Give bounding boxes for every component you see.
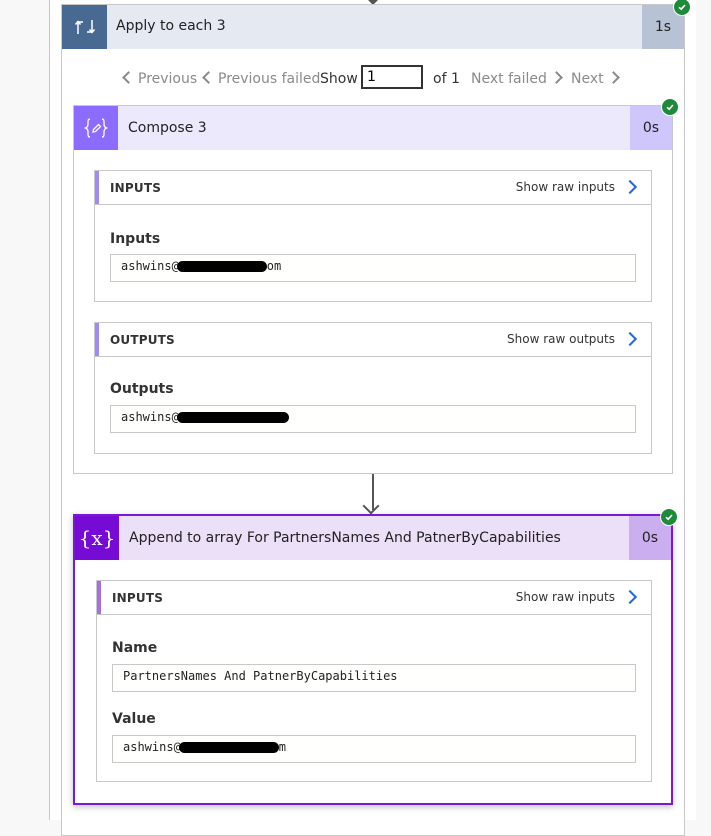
chevron-right-icon	[622, 589, 638, 605]
outputs-field-label: Outputs	[110, 381, 174, 397]
redaction-mark	[178, 742, 279, 753]
show-raw-outputs-link[interactable]: Show raw outputs	[507, 331, 638, 347]
name-field-value[interactable]: PartnersNames And PatnerByCapabilities	[112, 664, 636, 692]
next-button[interactable]: Next	[571, 71, 620, 87]
append-to-array-title: Append to array For PartnersNames And Pa…	[129, 530, 561, 546]
apply-to-each-title: Apply to each 3	[116, 18, 226, 34]
compose-inputs-section: INPUTS Show raw inputs Inputs ashwins@ om	[94, 170, 652, 302]
value-text: ashwins@	[123, 740, 181, 754]
redaction-mark	[176, 412, 289, 423]
outputs-field-value[interactable]: ashwins@	[110, 405, 636, 433]
inputs-field-value[interactable]: ashwins@ om	[110, 254, 636, 282]
chevron-right-icon	[622, 331, 638, 347]
iteration-pager: Previous Previous failed Show of 1 Next …	[61, 64, 683, 94]
inputs-section-title: INPUTS	[112, 591, 164, 605]
value-field-value[interactable]: ashwins@ m	[112, 735, 636, 763]
show-label: Show	[320, 71, 358, 87]
success-check-icon	[661, 98, 679, 116]
inputs-section-header: INPUTS Show raw inputs	[95, 171, 651, 205]
show-raw-inputs-label: Show raw inputs	[515, 590, 615, 604]
chevron-right-icon	[622, 179, 638, 195]
outputs-section-title: OUTPUTS	[110, 333, 175, 347]
append-to-array-header[interactable]: {x} Append to array For PartnersNames An…	[75, 516, 671, 560]
value-field-label: Value	[112, 711, 156, 727]
value-text-suffix: om	[266, 259, 282, 273]
append-inputs-section: INPUTS Show raw inputs Name PartnersName…	[96, 580, 652, 782]
section-accent-bar	[95, 323, 99, 356]
section-accent-bar	[95, 171, 99, 204]
variable-x-icon: {x}	[75, 516, 119, 560]
show-raw-inputs-link[interactable]: Show raw inputs	[515, 589, 638, 605]
value-text: ashwins@	[121, 259, 179, 273]
loop-arrows-icon	[62, 5, 107, 49]
compose-header[interactable]: Compose 3 0s	[74, 106, 672, 150]
iteration-number-input[interactable]	[361, 65, 423, 89]
compose-outputs-section: OUTPUTS Show raw outputs Outputs ashwins…	[94, 322, 652, 454]
apply-to-each-header[interactable]: Apply to each 3 1s	[62, 5, 684, 49]
outputs-section-header: OUTPUTS Show raw outputs	[95, 323, 651, 357]
compose-title: Compose 3	[128, 120, 207, 136]
name-field-label: Name	[112, 640, 158, 656]
show-raw-outputs-label: Show raw outputs	[507, 332, 615, 346]
compose-braces-pencil-icon	[74, 106, 118, 150]
canvas-margin	[696, 0, 711, 820]
previous-button[interactable]: Previous	[122, 71, 197, 87]
success-check-icon	[660, 508, 678, 526]
previous-failed-button[interactable]: Previous failed	[202, 71, 320, 87]
next-failed-button[interactable]: Next failed	[471, 71, 563, 87]
compose-action-card: Compose 3 0s INPUTS Show raw inputs Inpu…	[73, 105, 673, 474]
value-text-suffix: m	[278, 740, 287, 754]
inputs-field-label: Inputs	[110, 231, 161, 247]
inputs-section-header: INPUTS Show raw inputs	[97, 581, 651, 615]
show-raw-inputs-link[interactable]: Show raw inputs	[515, 179, 638, 195]
iteration-total-label: of 1	[433, 71, 460, 87]
append-to-array-card: {x} Append to array For PartnersNames An…	[73, 514, 673, 805]
redaction-mark	[176, 261, 267, 272]
section-accent-bar	[97, 581, 101, 614]
inputs-section-title: INPUTS	[110, 181, 162, 195]
show-raw-inputs-label: Show raw inputs	[515, 180, 615, 194]
value-text: ashwins@	[121, 410, 179, 424]
